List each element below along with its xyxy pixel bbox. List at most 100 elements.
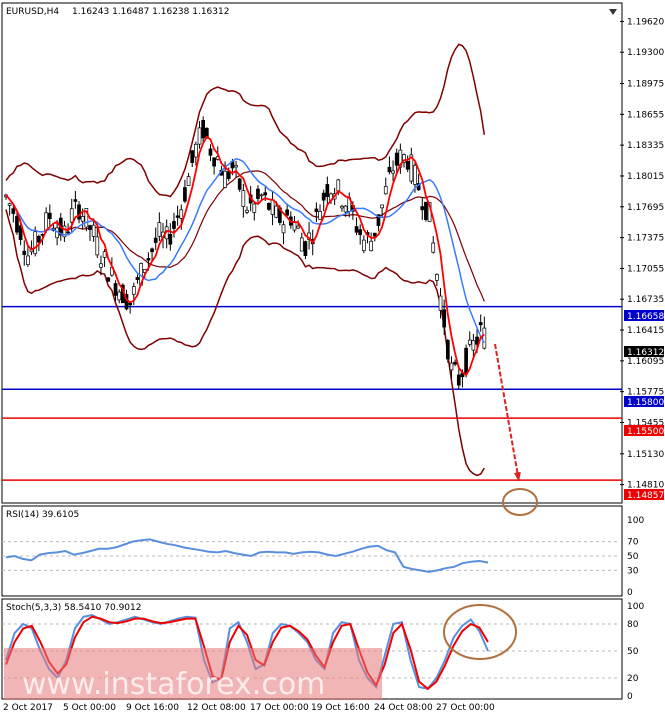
time-tick-label: 2 Oct 2017: [3, 703, 53, 713]
osc-tick-label: 20: [627, 674, 639, 684]
candle-body: [102, 251, 107, 258]
candle-body: [256, 188, 260, 199]
price-tick-label: 1.18335: [627, 141, 664, 151]
candle-body: [281, 224, 286, 234]
candle-body: [478, 322, 483, 326]
candle-body: [369, 240, 374, 252]
main-price-panel: [1, 2, 623, 504]
price-tick-label: 1.17375: [627, 234, 664, 244]
candle-body: [33, 231, 38, 255]
price-tick-label: 1.17695: [627, 203, 664, 213]
level-label-3: 1.15500: [624, 425, 664, 437]
osc-tick-label: 0: [627, 588, 633, 598]
candle-body: [106, 277, 111, 282]
chart-ohlc: 1.16243 1.16487 1.16238 1.16312: [72, 7, 229, 17]
candle-body: [340, 205, 344, 209]
candle-body: [387, 166, 392, 173]
price-tick-label: 1.18015: [627, 172, 664, 182]
candle-body: [194, 143, 198, 158]
candle-body: [153, 237, 158, 243]
level-label-1: 1.16658: [624, 310, 664, 322]
candle-body: [383, 186, 388, 195]
candle-body: [467, 339, 472, 345]
candle-body: [237, 178, 242, 190]
stoch-title: Stoch(5,3,3) 58.5410 70.9012: [6, 603, 141, 613]
candle-body: [318, 211, 322, 220]
candle-body: [252, 203, 257, 213]
candle-body: [186, 176, 191, 186]
candle-body: [372, 232, 377, 237]
rsi-axis: 100 70 50 30 0: [627, 516, 644, 598]
candle-body: [424, 201, 428, 220]
price-tick-label: 1.16415: [627, 326, 664, 336]
candle-body: [234, 164, 238, 168]
candle-body: [380, 204, 384, 209]
level-label-3-text: 1.15500: [627, 427, 664, 437]
osc-tick-label: 70: [627, 538, 639, 548]
candle-body: [405, 161, 410, 170]
candle-body: [172, 221, 176, 229]
candle-body: [464, 347, 468, 375]
candle-body: [431, 242, 436, 253]
time-tick-label: 9 Oct 16:00: [126, 703, 179, 713]
candle-body: [157, 222, 162, 237]
candle-body: [420, 206, 425, 211]
price-tick-label: 1.18975: [627, 80, 664, 90]
candle-body: [449, 362, 454, 371]
level-label-4-text: 1.14857: [627, 491, 664, 501]
candle-body: [179, 209, 184, 219]
candle-body: [391, 170, 395, 174]
time-tick-label: 19 Oct 16:00: [311, 703, 370, 713]
candle-body: [361, 239, 366, 251]
chart-symbol: EURUSD,H4: [6, 7, 59, 17]
candle-body: [113, 283, 118, 296]
candle-body: [336, 179, 341, 192]
candle-body: [270, 199, 275, 215]
candle-body: [438, 295, 443, 311]
osc-tick-label: 50: [627, 552, 639, 562]
candle-body: [37, 235, 41, 243]
candle-body: [241, 190, 246, 207]
stoch-axis: 100 80 50 20 0: [627, 602, 644, 702]
candle-body: [343, 205, 348, 213]
candle-body: [99, 263, 103, 268]
candle-body: [190, 150, 195, 163]
osc-tick-label: 80: [627, 620, 639, 630]
candle-body: [135, 277, 140, 280]
candle-body: [208, 148, 213, 156]
candle-body: [303, 241, 308, 256]
candle-body: [285, 209, 290, 216]
candle-body: [69, 208, 74, 223]
candle-body: [456, 374, 461, 386]
candle-body: [146, 258, 151, 261]
price-tick-label: 1.18655: [627, 110, 664, 120]
candle-body: [442, 309, 447, 328]
candle-body: [91, 224, 96, 237]
time-axis: 2 Oct 2017 5 Oct 00:00 9 Oct 16:00 12 Oct 0…: [3, 703, 495, 713]
candle-body: [117, 291, 122, 301]
candle-body: [292, 222, 297, 231]
candle-body: [26, 255, 30, 266]
current-price-label-text: 1.16312: [627, 348, 664, 358]
candle-body: [150, 248, 154, 253]
candle-body: [44, 212, 49, 231]
price-tick-label: 1.19300: [627, 48, 664, 58]
candle-body: [223, 170, 227, 188]
candle-body: [131, 286, 136, 295]
candle-body: [226, 171, 231, 179]
candle-body: [47, 212, 52, 219]
candle-body: [168, 234, 173, 245]
candle-body: [435, 274, 439, 281]
price-tick-label: 1.19620: [627, 17, 664, 27]
price-axis: 1.19620 1.19300 1.18975 1.18655 1.18335 1.180…: [620, 17, 664, 491]
candle-body: [259, 194, 264, 197]
candle-body: [445, 340, 450, 360]
candle-body: [321, 192, 326, 201]
price-tick-label: 1.16735: [627, 295, 664, 305]
candle-body: [453, 361, 457, 365]
current-price-label: 1.16312: [624, 346, 664, 358]
osc-tick-label: 0: [627, 692, 633, 702]
candle-body: [263, 192, 268, 196]
candle-body: [296, 225, 300, 229]
price-tick-label: 1.16095: [627, 357, 664, 367]
